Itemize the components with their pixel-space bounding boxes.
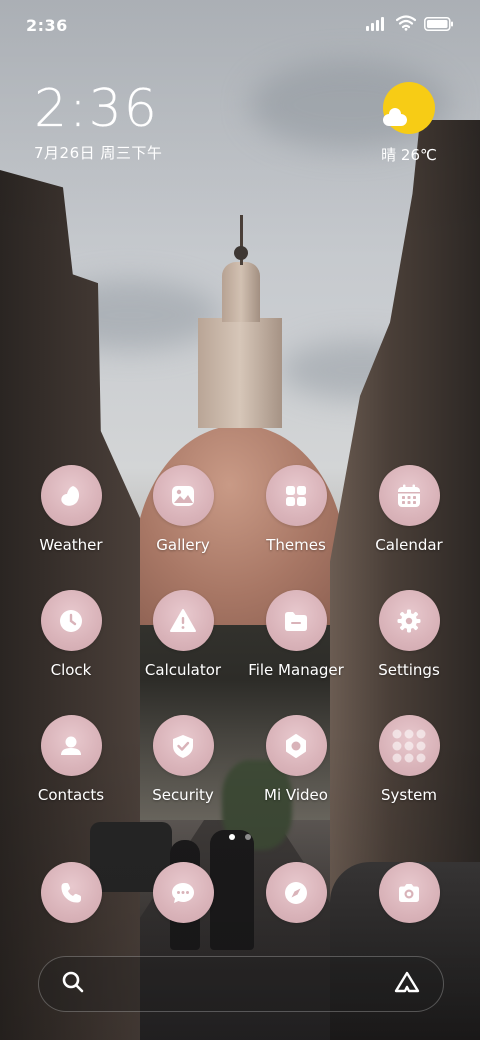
app-settings[interactable]: Settings	[353, 590, 465, 694]
wifi-icon	[395, 15, 417, 35]
app-label: Themes	[266, 536, 326, 554]
battery-icon	[424, 16, 454, 35]
camera-icon	[378, 862, 440, 923]
file-manager-icon	[265, 590, 327, 651]
weather-text: 晴 26℃	[381, 146, 437, 164]
page-dot-active	[229, 834, 235, 840]
clock-icon	[40, 590, 102, 651]
app-label: System	[381, 786, 437, 804]
sunny-partly-cloudy-icon	[383, 82, 435, 134]
app-themes[interactable]: Themes	[240, 465, 352, 569]
gallery-icon	[152, 465, 214, 526]
dock-messages[interactable]	[127, 862, 239, 966]
app-weather[interactable]: Weather	[15, 465, 127, 569]
dock-phone[interactable]	[15, 862, 127, 966]
calculator-icon	[152, 590, 214, 651]
app-security[interactable]: Security	[127, 715, 239, 819]
video-icon	[265, 715, 327, 776]
calendar-icon	[378, 465, 440, 526]
weather-widget[interactable]: 晴 26℃	[374, 82, 444, 165]
app-gallery[interactable]: Gallery	[127, 465, 239, 569]
clock-date: 7月26日 周三下午	[34, 144, 163, 162]
contacts-icon	[40, 715, 102, 776]
app-calendar[interactable]: Calendar	[353, 465, 465, 569]
status-bar: 2:36	[0, 0, 480, 50]
app-label: Settings	[378, 661, 440, 679]
app-label: Calculator	[144, 661, 222, 679]
app-label: File Manager	[248, 661, 344, 679]
app-label: Calendar	[375, 536, 443, 554]
messages-icon	[152, 862, 214, 923]
app-label: Clock	[50, 661, 92, 679]
app-file-manager[interactable]: File Manager	[240, 590, 352, 694]
app-label: Mi Video	[264, 786, 328, 804]
app-label: Weather	[39, 536, 103, 554]
signal-icon	[366, 16, 388, 35]
app-contacts[interactable]: Contacts	[15, 715, 127, 819]
app-calculator[interactable]: Calculator	[127, 590, 239, 694]
clock-widget[interactable]: 2:36 7月26日 周三下午	[34, 80, 162, 163]
app-label: Gallery	[156, 536, 210, 554]
status-icons	[366, 15, 454, 35]
app-mi-video[interactable]: Mi Video	[240, 715, 352, 819]
settings-icon	[378, 590, 440, 651]
app-system-folder[interactable]: System	[353, 715, 465, 819]
app-clock[interactable]: Clock	[15, 590, 127, 694]
search-bar[interactable]	[38, 956, 444, 1012]
page-dot	[245, 834, 251, 840]
page-indicator	[0, 834, 480, 840]
weather-icon	[40, 465, 102, 526]
themes-icon	[265, 465, 327, 526]
browser-icon	[265, 862, 327, 923]
search-icon[interactable]	[61, 970, 85, 998]
system-folder-icon	[378, 715, 440, 776]
dock-camera[interactable]	[353, 862, 465, 966]
phone-icon	[40, 862, 102, 923]
security-icon	[152, 715, 214, 776]
app-label: Security	[152, 786, 214, 804]
assistant-icon[interactable]	[393, 970, 421, 998]
status-time: 2:36	[26, 15, 68, 35]
dock-browser[interactable]	[240, 862, 352, 966]
app-label: Contacts	[37, 786, 105, 804]
clock-time: 2:36	[34, 79, 159, 139]
